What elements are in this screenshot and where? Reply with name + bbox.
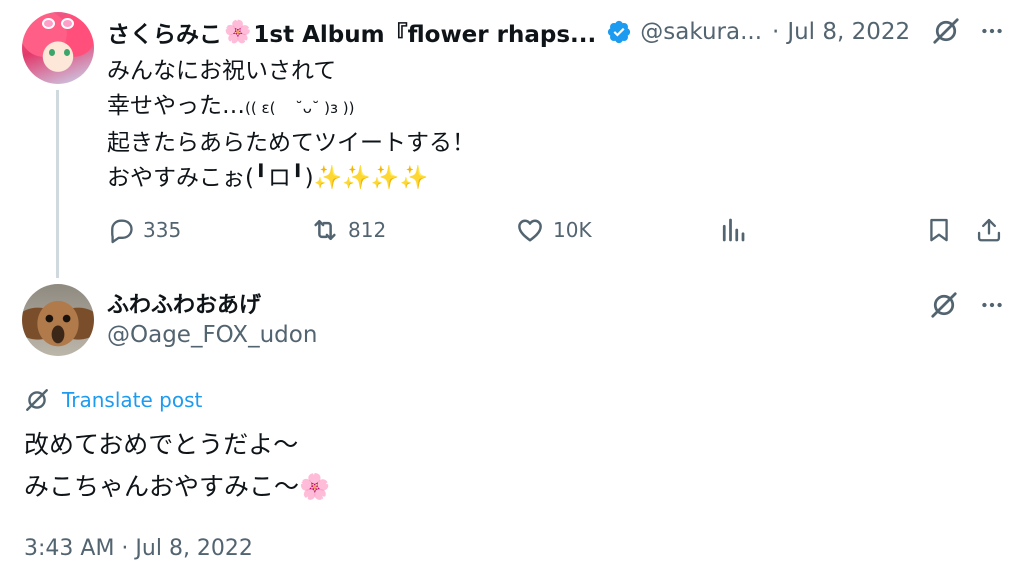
- tweet-body-text: 幸せやった…: [107, 93, 245, 119]
- thread-connector-line: [56, 90, 59, 278]
- share-icon: [977, 218, 1001, 242]
- retweet-icon: [314, 220, 336, 240]
- tweet-body-line: 改めておめでとうだよ〜: [24, 430, 299, 459]
- retweet-count: 812: [348, 218, 387, 242]
- reply-timestamp[interactable]: 3:43 AM · Jul 8, 2022: [24, 536, 253, 561]
- translate-icon: [24, 386, 52, 414]
- translate-post-link[interactable]: Translate post: [24, 384, 202, 416]
- reply-author-avatar[interactable]: [22, 284, 94, 356]
- separator-dot: ·: [772, 19, 780, 45]
- parent-author-handle[interactable]: @sakura...: [640, 19, 762, 45]
- tweet-body-line: みんなにお祝いされて: [107, 58, 337, 84]
- grok-icon[interactable]: [927, 288, 961, 322]
- author-flower-emoji: 🌸: [224, 19, 252, 45]
- parent-tweet-date[interactable]: Jul 8, 2022: [787, 19, 910, 45]
- tweet-body-line: みこちゃんおやすみこ〜🌸: [24, 472, 331, 501]
- reply-author-name[interactable]: ふわふわおあげ: [107, 287, 261, 319]
- parent-author-album[interactable]: 1st Album『flower rhaps...: [253, 15, 596, 49]
- reply-tweet-body: 改めておめでとうだよ〜 みこちゃんおやすみこ〜🌸: [24, 424, 330, 508]
- parent-tweet-body: みんなにお祝いされて 幸せやった…(( ε( ˘ᴗ˘ )з )) 起きたらあらた…: [107, 54, 475, 196]
- reply-icon: [111, 219, 133, 244]
- retweet-button[interactable]: 812: [310, 211, 386, 249]
- more-icon[interactable]: [975, 14, 1009, 48]
- bookmark-icon: [930, 218, 948, 242]
- like-button[interactable]: 10K: [515, 211, 592, 249]
- tweet-body-line: 起きたらあらためてツイートする！: [107, 130, 475, 156]
- more-icon[interactable]: [975, 288, 1009, 322]
- parent-author-name[interactable]: さくらみこ: [107, 15, 222, 49]
- heart-glasses-icon: [42, 18, 76, 30]
- parent-author-avatar[interactable]: [22, 12, 94, 84]
- grok-icon[interactable]: [929, 14, 963, 48]
- reply-count: 335: [143, 218, 182, 242]
- bookmark-button[interactable]: [925, 211, 953, 249]
- heart-icon: [518, 219, 542, 242]
- verified-badge-icon[interactable]: [606, 19, 632, 45]
- avatar-eye: [64, 49, 70, 56]
- share-button[interactable]: [975, 211, 1003, 249]
- tweet-body-line: 幸せやった…(( ε( ˘ᴗ˘ )з )): [107, 89, 475, 126]
- like-count: 10K: [553, 218, 592, 242]
- reply-button[interactable]: 335: [107, 211, 181, 249]
- avatar-eye: [49, 49, 55, 56]
- tweet-body-line: おやすみこぉ(╹ロ╹)✨✨✨✨: [107, 165, 429, 191]
- kaomoji-text: (( ε( ˘ᴗ˘ )з )): [245, 99, 355, 117]
- views-icon: [722, 218, 745, 242]
- reply-author-handle[interactable]: @Oage_FOX_udon: [107, 322, 317, 348]
- translate-label[interactable]: Translate post: [62, 388, 202, 412]
- tweet-thread: さくらみこ 🌸 1st Album『flower rhaps... @sakur…: [0, 0, 1024, 581]
- parent-author-row: さくらみこ 🌸 1st Album『flower rhaps... @sakur…: [107, 12, 910, 52]
- views-button[interactable]: [718, 211, 748, 249]
